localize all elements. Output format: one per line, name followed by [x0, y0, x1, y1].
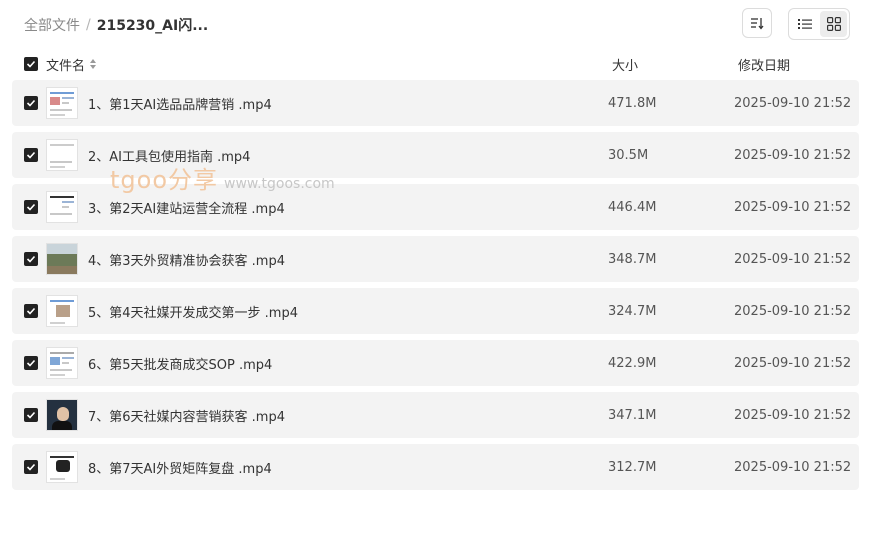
file-name[interactable]: 3、第2天AI建站运营全流程 .mp4 [88, 198, 285, 217]
checkmark-icon [26, 99, 36, 107]
file-size: 324.7M [608, 303, 657, 319]
video-thumbnail[interactable] [46, 243, 78, 275]
row-checkbox[interactable] [24, 148, 38, 162]
video-thumbnail[interactable] [46, 295, 78, 327]
file-size: 446.4M [608, 199, 657, 215]
row-checkbox[interactable] [24, 460, 38, 474]
file-size: 312.7M [608, 459, 657, 475]
file-size: 422.9M [608, 355, 657, 371]
checkmark-icon [26, 203, 36, 211]
row-checkbox[interactable] [24, 304, 38, 318]
column-header-name[interactable]: 文件名 [46, 55, 97, 74]
toolbar [742, 8, 850, 40]
row-checkbox[interactable] [24, 356, 38, 370]
breadcrumb-root-link[interactable]: 全部文件 [24, 15, 80, 35]
file-row[interactable]: 5、第4天社媒开发成交第一步 .mp4 324.7M 2025-09-10 21… [12, 288, 859, 334]
file-name[interactable]: 4、第3天外贸精准协会获客 .mp4 [88, 250, 285, 269]
file-name[interactable]: 5、第4天社媒开发成交第一步 .mp4 [88, 302, 298, 321]
file-date: 2025-09-10 21:52 [734, 303, 852, 319]
file-row[interactable]: 6、第5天批发商成交SOP .mp4 422.9M 2025-09-10 21:… [12, 340, 859, 386]
file-name[interactable]: 1、第1天AI选品品牌营销 .mp4 [88, 94, 272, 113]
row-checkbox[interactable] [24, 252, 38, 266]
file-row[interactable]: 1、第1天AI选品品牌营销 .mp4 471.8M 2025-09-10 21:… [12, 80, 859, 126]
list-view-button[interactable] [791, 11, 818, 37]
file-name[interactable]: 8、第7天AI外贸矩阵复盘 .mp4 [88, 458, 272, 477]
checkmark-icon [26, 411, 36, 419]
column-header-date[interactable]: 修改日期 [738, 55, 790, 74]
select-all-checkbox[interactable] [24, 57, 38, 71]
checkmark-icon [26, 60, 36, 68]
list-view-icon [797, 19, 812, 29]
row-checkbox[interactable] [24, 200, 38, 214]
video-thumbnail[interactable] [46, 399, 78, 431]
file-row[interactable]: 4、第3天外贸精准协会获客 .mp4 348.7M 2025-09-10 21:… [12, 236, 859, 282]
file-list: 1、第1天AI选品品牌营销 .mp4 471.8M 2025-09-10 21:… [12, 80, 859, 496]
sort-caret-icon [90, 59, 97, 69]
breadcrumb-current-folder: 215230_AI闪... [96, 18, 209, 34]
checkmark-icon [26, 359, 36, 367]
row-checkbox[interactable] [24, 96, 38, 110]
file-row[interactable]: 3、第2天AI建站运营全流程 .mp4 446.4M 2025-09-10 21… [12, 184, 859, 230]
file-name[interactable]: 7、第6天社媒内容营销获客 .mp4 [88, 406, 285, 425]
file-size: 30.5M [608, 147, 649, 163]
sort-icon [751, 18, 764, 30]
grid-view-button[interactable] [820, 11, 847, 37]
checkmark-icon [26, 151, 36, 159]
video-thumbnail[interactable] [46, 451, 78, 483]
checkmark-icon [26, 463, 36, 471]
sort-button[interactable] [742, 8, 772, 38]
file-date: 2025-09-10 21:52 [734, 147, 852, 163]
file-size: 348.7M [608, 251, 657, 267]
video-thumbnail[interactable] [46, 347, 78, 379]
file-date: 2025-09-10 21:52 [734, 459, 852, 475]
file-size: 347.1M [608, 407, 657, 423]
view-toggle [788, 8, 850, 40]
video-thumbnail[interactable] [46, 87, 78, 119]
row-checkbox[interactable] [24, 408, 38, 422]
file-size: 471.8M [608, 95, 657, 111]
grid-view-icon [826, 17, 841, 31]
video-thumbnail[interactable] [46, 139, 78, 171]
column-header-name-label: 文件名 [46, 58, 86, 74]
breadcrumb: 全部文件 / 215230_AI闪... [24, 15, 208, 35]
file-row[interactable]: 8、第7天AI外贸矩阵复盘 .mp4 312.7M 2025-09-10 21:… [12, 444, 859, 490]
file-date: 2025-09-10 21:52 [734, 199, 852, 215]
file-name[interactable]: 2、AI工具包使用指南 .mp4 [88, 146, 250, 165]
file-date: 2025-09-10 21:52 [734, 251, 852, 267]
file-row[interactable]: 7、第6天社媒内容营销获客 .mp4 347.1M 2025-09-10 21:… [12, 392, 859, 438]
file-date: 2025-09-10 21:52 [734, 355, 852, 371]
video-thumbnail[interactable] [46, 191, 78, 223]
file-date: 2025-09-10 21:52 [734, 407, 852, 423]
breadcrumb-separator: / [86, 17, 91, 33]
file-date: 2025-09-10 21:52 [734, 95, 852, 111]
column-header-size[interactable]: 大小 [612, 55, 638, 74]
file-row[interactable]: 2、AI工具包使用指南 .mp4 30.5M 2025-09-10 21:52 [12, 132, 859, 178]
file-list-header: 文件名 大小 修改日期 [24, 52, 850, 76]
file-name[interactable]: 6、第5天批发商成交SOP .mp4 [88, 354, 272, 373]
checkmark-icon [26, 307, 36, 315]
checkmark-icon [26, 255, 36, 263]
